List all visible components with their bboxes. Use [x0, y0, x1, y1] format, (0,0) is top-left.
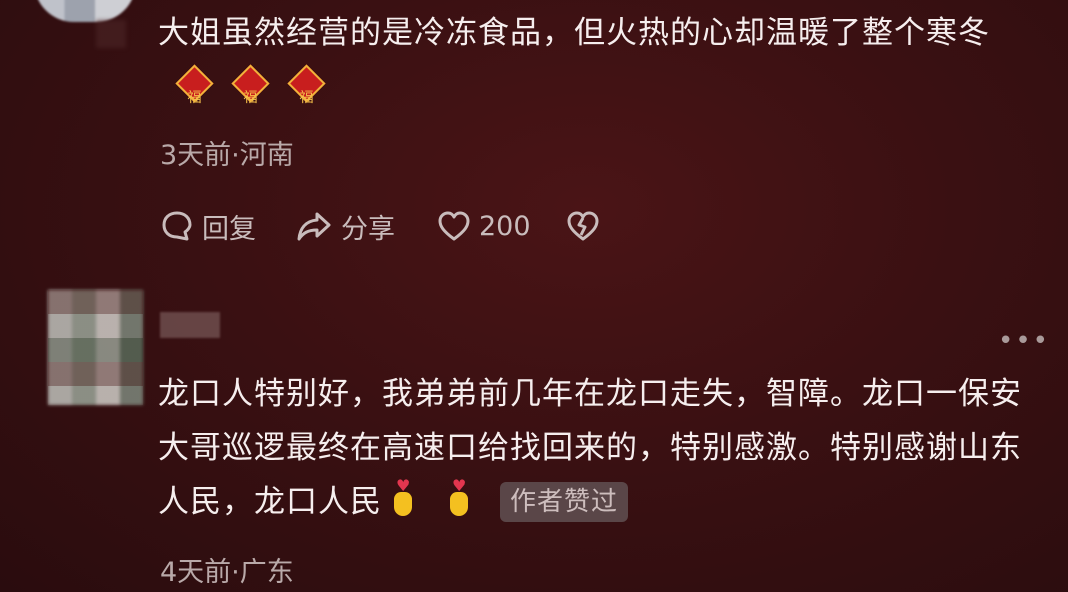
like-count: 200	[479, 210, 531, 242]
avatar[interactable]	[34, 0, 136, 22]
comment-bubble-icon	[162, 211, 192, 241]
share-label: 分享	[341, 213, 395, 245]
heart-icon	[438, 211, 470, 241]
username-blurred[interactable]	[160, 312, 220, 338]
avatar-overlay	[48, 290, 143, 405]
avatar-shadow	[96, 20, 126, 48]
finger-heart-emoji-icon: ♥	[444, 478, 474, 520]
comment-text: 龙口人特别好，我弟弟前几年在龙口走失，智障。龙口一保安大哥巡逻最终在高速口给找回…	[158, 376, 1022, 522]
like-button[interactable]: 200	[437, 207, 531, 245]
comment-text: 大姐虽然经营的是冷冻食品，但火热的心却温暖了整个寒冬福福福	[158, 15, 990, 106]
comment-meta: 4天前·广东	[160, 557, 294, 588]
broken-heart-icon	[567, 211, 599, 241]
reply-label: 回复	[202, 213, 256, 245]
reply-button[interactable]: 回复	[160, 207, 256, 245]
fu-emoji-icon: 福	[231, 64, 270, 106]
fu-emoji-icon: 福	[287, 64, 326, 106]
more-options-icon[interactable]: •••	[998, 326, 1050, 356]
share-arrow-icon	[297, 212, 331, 241]
finger-heart-emoji-icon: ♥	[388, 478, 418, 520]
share-button[interactable]: 分享	[295, 207, 395, 245]
dislike-button[interactable]	[566, 207, 608, 245]
comment-meta: 3天前·河南	[160, 140, 294, 171]
author-liked-badge: 作者赞过	[500, 482, 629, 522]
fu-emoji-icon: 福	[175, 64, 214, 106]
